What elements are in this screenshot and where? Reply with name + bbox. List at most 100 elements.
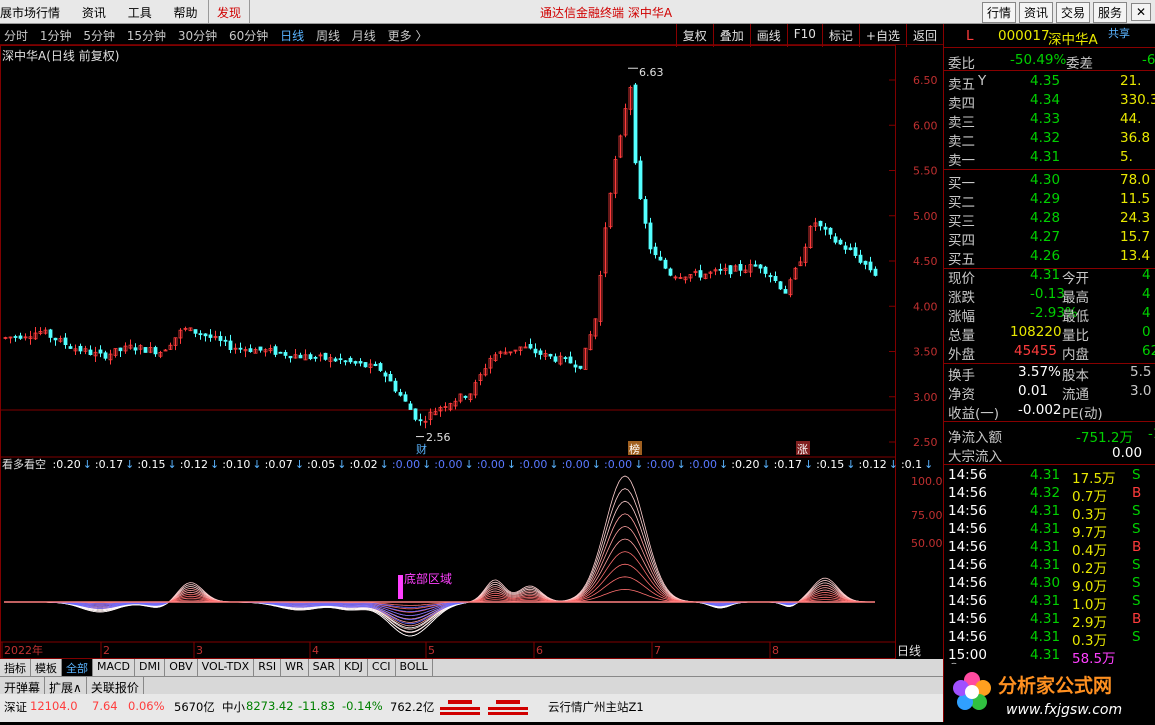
stat-label: 最低 (1062, 309, 1089, 325)
candle-body (283, 352, 288, 356)
stat-label: 内盘 (1062, 347, 1089, 363)
indicator-tab[interactable]: BOLL (396, 659, 433, 676)
period-more[interactable]: 更多 〉 (388, 29, 428, 43)
indicator-tab[interactable]: 指标 (0, 659, 31, 676)
stat-value: 0 (1142, 324, 1151, 340)
related-quotes-button[interactable]: 关联报价 (87, 677, 144, 695)
tick-price: 4.31 (1030, 557, 1061, 573)
mark-button[interactable]: 标记 (821, 24, 859, 47)
tick-volume: 0.7万 (1072, 489, 1107, 505)
down-arrow-icon: ↓ (125, 458, 135, 471)
add-watchlist-button[interactable]: +自选 (858, 24, 906, 47)
ask-row: 卖二 4.32 36.8 (948, 130, 1155, 150)
tick-side: S (1132, 521, 1141, 537)
candle-body (568, 356, 573, 364)
news-button[interactable]: 资讯 (1018, 2, 1053, 23)
date-tick: 4 (312, 644, 319, 657)
down-arrow-icon: ↓ (634, 458, 644, 471)
stat-label: 量比 (1062, 328, 1089, 344)
period-intraday[interactable]: 分时 (4, 29, 28, 43)
bid-row: 买一 4.30 78.0 (948, 172, 1155, 192)
ask-row: 卖四 4.34 330.3 (948, 92, 1155, 112)
server-name: 云行情广州主站Z1 (548, 700, 644, 714)
indicator-value: :0.15 (137, 458, 166, 471)
ask-volume: 5. (1120, 149, 1133, 165)
period-toolbar: 分时 1分钟 5分钟 15分钟 30分钟 60分钟 日线 周线 月线 更多 〉 … (0, 24, 943, 47)
indicator-tab[interactable]: VOL-TDX (198, 659, 255, 676)
trade-button[interactable]: 交易 (1055, 2, 1090, 23)
stat-value: 5.5 (1130, 364, 1152, 380)
adjust-button[interactable]: 复权 (675, 24, 713, 47)
period-1min[interactable]: 1分钟 (40, 29, 72, 43)
weibi-value: -50.49% (1010, 52, 1067, 68)
period-15min[interactable]: 15分钟 (127, 29, 166, 43)
indicator-tab[interactable]: MACD (93, 659, 135, 676)
candle-body (48, 329, 53, 338)
f10-button[interactable]: F10 (786, 24, 822, 47)
indicator-tab[interactable]: 模板 (31, 659, 62, 676)
expand-button[interactable]: 扩展∧ (45, 677, 87, 695)
kline-chart[interactable]: 6.50 6.00 5.50 5.00 4.50 4.00 3.50 3.00 2.50 100… (0, 45, 943, 659)
tick-time: 14:56 (948, 593, 987, 609)
period-60min[interactable]: 60分钟 (229, 29, 268, 43)
indicator-tab[interactable]: OBV (165, 659, 198, 676)
price-tick: 3.50 (913, 346, 938, 359)
candle-body (843, 245, 848, 250)
candle-body (538, 350, 543, 355)
service-button[interactable]: 服务 (1092, 2, 1127, 23)
zx-label: 中小 (222, 700, 245, 714)
candle-body (393, 380, 398, 392)
discover-button[interactable]: 发现 (208, 0, 251, 23)
indicator-value: :0.20 (731, 458, 760, 471)
menu-info[interactable]: 资讯 (82, 6, 106, 20)
indicator-value: :0.07 (264, 458, 293, 471)
candle-body (338, 358, 343, 361)
period-weekly[interactable]: 周线 (316, 29, 340, 43)
indicator-tab[interactable]: 全部 (62, 659, 93, 676)
down-arrow-icon: ↓ (888, 458, 898, 471)
indicator-value: :0.05 (307, 458, 336, 471)
candle-body (738, 263, 743, 271)
period-5min[interactable]: 5分钟 (83, 29, 115, 43)
candle-body (838, 239, 843, 245)
back-button[interactable]: 返回 (905, 24, 943, 47)
tick-side: S (1132, 629, 1141, 645)
close-icon[interactable]: ✕ (1131, 3, 1151, 21)
overlay-button[interactable]: 叠加 (712, 24, 750, 47)
danmaku-button[interactable]: 开弹幕 (0, 677, 46, 695)
indicator-tab[interactable]: SAR (309, 659, 340, 676)
indicator-tab[interactable]: KDJ (340, 659, 368, 676)
menu-tools[interactable]: 工具 (128, 6, 152, 20)
tick-row: 14:56 4.31 2.9万 B (948, 611, 1155, 631)
down-arrow-icon: ↓ (761, 458, 771, 471)
candle-body (223, 339, 228, 342)
candle-body (248, 348, 253, 353)
bid-price: 4.30 (1030, 172, 1061, 188)
indicator-tab[interactable]: CCI (368, 659, 396, 676)
period-daily[interactable]: 日线 (280, 29, 304, 43)
indicator-tab[interactable]: WR (281, 659, 309, 676)
weicha-value: -6 (1142, 52, 1155, 68)
menu-help[interactable]: 帮助 (174, 6, 198, 20)
date-tick: 6 (536, 644, 543, 657)
period-monthly[interactable]: 月线 (352, 29, 376, 43)
logo-flower-icon: 分析家公式网 www.fxjgsw.com (953, 672, 1122, 718)
period-30min[interactable]: 30分钟 (178, 29, 217, 43)
draw-button[interactable]: 画线 (749, 24, 787, 47)
indicator-tab[interactable]: DMI (135, 659, 166, 676)
candle-body (778, 281, 783, 290)
ask-row: 卖一 4.31 5. (948, 149, 1155, 169)
logo-url: www.fxjgsw.com (1006, 702, 1122, 718)
indicator-tab[interactable]: RSI (254, 659, 282, 676)
indicator-title: 看多看空 :0.20 ↓:0.17 ↓:0.15 ↓:0.12 ↓:0.10 ↓:0.07… (2, 456, 933, 472)
candle-body (773, 275, 778, 282)
stat-row: 涨跌 -0.13 最高 4 (948, 286, 1155, 306)
indicator-value: :0.00 (603, 458, 633, 471)
stat-value: 108220 (1010, 324, 1062, 340)
quotes-button[interactable]: 行情 (981, 2, 1016, 23)
tick-volume: 0.2万 (1072, 561, 1107, 577)
block-row: 大宗流入 0.00 (948, 445, 1155, 465)
menu-market[interactable]: 展市场行情 (0, 6, 60, 20)
stat-label: 股本 (1062, 368, 1089, 384)
share-tag[interactable]: 共享 (1108, 25, 1130, 41)
